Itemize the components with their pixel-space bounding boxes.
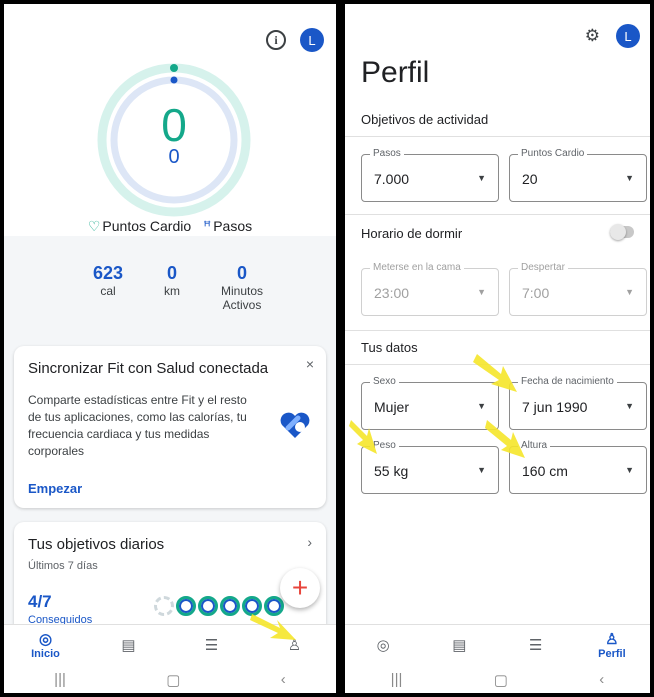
sleep-schedule-toggle[interactable] [610, 224, 634, 240]
sync-health-connect-card: Sincronizar Fit con Salud conectada × Co… [14, 346, 326, 508]
home-ring-icon: ◎ [38, 630, 53, 648]
bottom-nav: ◎ ▤ ☰ ♙ Perfil [345, 624, 650, 666]
highlight-arrow [349, 420, 377, 454]
profile-icon: ♙ [605, 630, 619, 648]
info-icon[interactable]: i [266, 30, 286, 50]
nav-home[interactable]: ◎ Inicio [4, 625, 87, 666]
dropdown-arrow-icon: ▼ [477, 465, 486, 475]
close-icon[interactable]: × [306, 356, 314, 372]
card-title: Tus objetivos diarios [28, 536, 165, 553]
recents-icon[interactable]: ||| [391, 671, 403, 688]
profile-screen: ⚙ L Perfil Objetivos de actividad Pasos … [345, 4, 650, 693]
daily-stats: 623 cal 0 km 0 Minutos Activos [74, 262, 282, 312]
get-started-link[interactable]: Empezar [28, 481, 82, 496]
nav-browse[interactable]: ☰ [170, 625, 253, 666]
footsteps-icon: ꟸ [203, 218, 212, 234]
dropdown-arrow-icon: ▼ [477, 401, 486, 411]
journal-icon: ▤ [452, 636, 467, 654]
home-screen: i L 0 0 ♡ Puntos Cardio ꟸ Pasos 623 cal 0 … [4, 4, 336, 693]
dropdown-arrow-icon: ▼ [625, 173, 634, 183]
recents-icon[interactable]: ||| [54, 671, 66, 688]
steps-value: 0 [168, 146, 180, 168]
steps-goal-select[interactable]: Pasos 7.000 ▼ [361, 148, 499, 202]
sleep-schedule-heading: Horario de dormir [361, 226, 463, 241]
back-icon[interactable]: ‹ [599, 671, 604, 688]
nav-browse[interactable]: ☰ [498, 625, 574, 666]
day-ring [154, 596, 174, 616]
heart-icon: ♡ [87, 218, 101, 234]
ring-legend: ♡ Puntos Cardio ꟸ Pasos [4, 218, 336, 235]
list-icon: ☰ [204, 636, 219, 654]
divider [345, 330, 650, 331]
dropdown-arrow-icon: ▼ [625, 287, 634, 297]
list-icon: ☰ [528, 636, 543, 654]
wake-time-select[interactable]: Despertar 7:00 ▼ [509, 262, 647, 316]
card-description: Comparte estadísticas entre Fit y el res… [28, 393, 247, 458]
day-ring [176, 596, 196, 616]
page-title: Perfil [361, 56, 430, 89]
nav-journal[interactable]: ▤ [421, 625, 497, 666]
system-nav-bar: ||| ▢ ‹ [345, 666, 650, 693]
stat-calories: 623 cal [92, 263, 124, 298]
health-connect-icon [280, 412, 310, 438]
legend-cardio: ♡ Puntos Cardio [87, 218, 192, 234]
highlight-arrow [250, 614, 296, 640]
avatar[interactable]: L [616, 24, 640, 48]
system-nav-bar: ||| ▢ ‹ [4, 666, 336, 693]
height-select[interactable]: Altura 160 cm ▼ [509, 440, 647, 494]
cardio-goal-select[interactable]: Puntos Cardio 20 ▼ [509, 148, 647, 202]
stat-distance: 0 km [164, 263, 180, 298]
dropdown-arrow-icon: ▼ [625, 401, 634, 411]
day-ring [198, 596, 218, 616]
back-icon[interactable]: ‹ [281, 671, 286, 688]
stat-active-minutes: 0 Minutos Activos [220, 263, 264, 312]
journal-icon: ▤ [121, 636, 136, 654]
activity-ring[interactable]: 0 0 [94, 60, 254, 220]
legend-steps: ꟸ Pasos [203, 218, 253, 234]
dropdown-arrow-icon: ▼ [625, 465, 634, 475]
gear-icon[interactable]: ⚙ [585, 26, 600, 46]
nav-journal[interactable]: ▤ [87, 625, 170, 666]
highlight-arrow [485, 420, 525, 458]
nav-home[interactable]: ◎ [345, 625, 421, 666]
avatar[interactable]: L [300, 28, 324, 52]
activity-goals-heading: Objetivos de actividad [361, 112, 489, 127]
card-title: Sincronizar Fit con Salud conectada [28, 360, 269, 377]
home-icon[interactable]: ▢ [494, 671, 508, 689]
cardio-points-value: 0 [161, 99, 187, 151]
birth-date-select[interactable]: Fecha de nacimiento 7 jun 1990 ▼ [509, 376, 647, 430]
nav-profile[interactable]: ♙ Perfil [574, 625, 650, 666]
day-ring [220, 596, 240, 616]
divider [345, 136, 650, 137]
divider [345, 214, 650, 215]
dropdown-arrow-icon: ▼ [477, 287, 486, 297]
bedtime-select[interactable]: Meterse en la cama 23:00 ▼ [361, 262, 499, 316]
home-icon[interactable]: ▢ [166, 671, 180, 689]
top-bar: i L [266, 28, 324, 52]
your-data-heading: Tus datos [361, 340, 418, 355]
weight-select[interactable]: Peso 55 kg ▼ [361, 440, 499, 494]
card-subtitle: Últimos 7 días [28, 560, 98, 572]
add-fab-button[interactable]: + [280, 568, 320, 608]
goals-count: 4/7 [28, 592, 52, 611]
dropdown-arrow-icon: ▼ [477, 173, 486, 183]
home-ring-icon: ◎ [376, 636, 390, 654]
chevron-right-icon[interactable]: › [307, 534, 312, 550]
highlight-arrow [473, 354, 517, 392]
